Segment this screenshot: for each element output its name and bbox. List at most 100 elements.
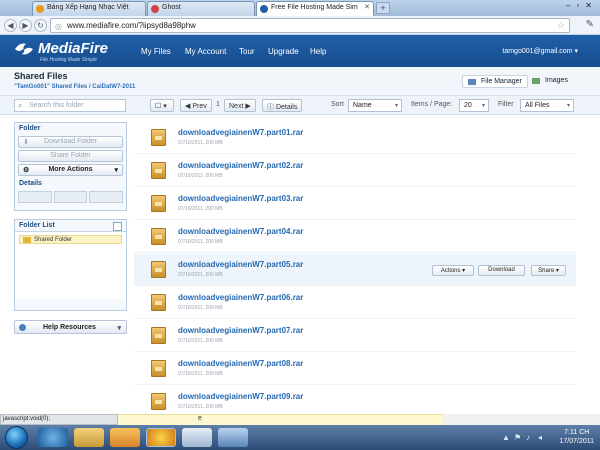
tab-label: Free File Hosting Made Sim bbox=[271, 4, 358, 11]
file-name[interactable]: downloadvegiainenW7.part06.rar bbox=[178, 293, 303, 302]
search-placeholder: Search this folder bbox=[29, 102, 84, 109]
row-download-button[interactable]: Download bbox=[478, 265, 525, 276]
details-button-3[interactable] bbox=[89, 191, 124, 203]
app-icon[interactable] bbox=[182, 428, 212, 447]
chevron-down-icon: ▾ bbox=[114, 167, 118, 174]
file-meta: 07/16/2011, 200 MB bbox=[178, 305, 223, 311]
file-row[interactable]: downloadvegiainenW7.part06.rar 07/16/201… bbox=[134, 287, 576, 319]
bookmark-star-icon[interactable]: ☆ bbox=[557, 20, 565, 31]
browser-tab-3-active[interactable]: Free File Hosting Made Sim ✕ bbox=[256, 1, 374, 16]
file-row[interactable]: downloadvegiainenW7.part03.rar 07/16/201… bbox=[134, 188, 576, 220]
help-resources-label: Help Resources bbox=[43, 324, 96, 331]
clock[interactable]: 7:11 CH 17/07/2011 bbox=[559, 428, 594, 446]
windows-taskbar: ▲ ⚑ ♪ ◂ 7:11 CH 17/07/2011 bbox=[0, 425, 600, 450]
folder-icon bbox=[23, 237, 31, 243]
file-row[interactable]: downloadvegiainenW7.part07.rar 07/16/201… bbox=[134, 320, 576, 352]
share-folder-button[interactable]: Share Folder bbox=[18, 150, 123, 162]
file-meta: 07/16/2011, 200 MB bbox=[178, 239, 223, 245]
download-folder-button[interactable]: ⬇ Download Folder bbox=[18, 136, 123, 148]
brand-tagline: File Hosting Made Simple bbox=[40, 57, 97, 63]
file-name[interactable]: downloadvegiainenW7.part02.rar bbox=[178, 161, 303, 170]
file-row[interactable]: downloadvegiainenW7.part09.rar 07/16/201… bbox=[134, 386, 576, 412]
tree-item-label: Shared Folder bbox=[34, 237, 73, 243]
page-number: 1 bbox=[216, 101, 220, 108]
file-name[interactable]: downloadvegiainenW7.part08.rar bbox=[178, 359, 303, 368]
close-tab-icon[interactable]: ✕ bbox=[364, 3, 370, 11]
filter-label: Filter bbox=[498, 101, 514, 108]
media-player-icon[interactable] bbox=[110, 428, 140, 447]
url-input[interactable]: ◎ www.mediafire.com/?iipsyd8a98phw ☆ bbox=[50, 18, 570, 33]
account-menu[interactable]: tamgo001@gmail.com ▾ bbox=[502, 47, 578, 55]
filter-value: All Files bbox=[525, 102, 550, 109]
rar-file-icon bbox=[151, 360, 166, 377]
file-name[interactable]: downloadvegiainenW7.part01.rar bbox=[178, 128, 303, 137]
notification-bar[interactable]: e bbox=[118, 414, 443, 425]
details-label: Details bbox=[275, 104, 298, 111]
start-button[interactable] bbox=[5, 426, 28, 449]
file-name[interactable]: downloadvegiainenW7.part07.rar bbox=[178, 326, 303, 335]
chevron-down-icon: ▾ bbox=[481, 103, 485, 109]
file-name[interactable]: downloadvegiainenW7.part04.rar bbox=[178, 227, 303, 236]
window-controls[interactable]: –▫✕ bbox=[566, 1, 598, 10]
details-button-2[interactable] bbox=[53, 191, 88, 203]
new-tab-button[interactable]: + bbox=[376, 2, 390, 14]
row-actions-button[interactable]: Actions ▾ bbox=[432, 265, 474, 276]
network-icon[interactable]: ▲ bbox=[502, 433, 510, 442]
page-title: Shared Files bbox=[14, 71, 68, 81]
tab-label: Ghost bbox=[162, 4, 181, 11]
sort-select[interactable]: Name ▾ bbox=[348, 99, 402, 112]
chrome-icon[interactable] bbox=[146, 428, 176, 447]
mediafire-logo-icon bbox=[15, 43, 33, 55]
items-per-page-select[interactable]: 20 ▾ bbox=[459, 99, 489, 112]
breadcrumb[interactable]: "TamGo001" Shared Files / CaiDatW7-2011 bbox=[14, 84, 135, 90]
nav-my-account[interactable]: My Account bbox=[185, 47, 226, 56]
rar-file-icon bbox=[151, 294, 166, 311]
nav-upgrade[interactable]: Upgrade bbox=[268, 47, 299, 56]
new-folder-icon[interactable] bbox=[113, 222, 122, 231]
file-row[interactable]: downloadvegiainenW7.part01.rar 07/16/201… bbox=[134, 122, 576, 154]
tab-images[interactable]: Images bbox=[527, 75, 573, 88]
volume-icon[interactable]: ♪ bbox=[526, 433, 530, 442]
file-row[interactable]: downloadvegiainenW7.part08.rar 07/16/201… bbox=[134, 353, 576, 385]
download-folder-label: Download Folder bbox=[44, 138, 97, 145]
file-row-hovered[interactable]: downloadvegiainenW7.part05.rar 07/16/201… bbox=[134, 254, 576, 286]
speaker-icon[interactable]: ◂ bbox=[538, 433, 542, 442]
file-meta: 07/16/2011, 200 MB bbox=[178, 338, 223, 344]
file-row[interactable]: downloadvegiainenW7.part04.rar 07/16/201… bbox=[134, 221, 576, 253]
help-resources-button[interactable]: Help Resources ▾ bbox=[14, 320, 127, 334]
chevron-down-icon: ▾ bbox=[574, 48, 578, 55]
browser-tab-1[interactable]: Bảng Xếp Hạng Nhạc Việt bbox=[32, 1, 146, 16]
chevron-down-icon: ▾ bbox=[394, 103, 398, 109]
file-name[interactable]: downloadvegiainenW7.part03.rar bbox=[178, 194, 303, 203]
search-icon: ⌕ bbox=[18, 101, 23, 110]
filter-select[interactable]: All Files ▾ bbox=[520, 99, 574, 112]
network-app-icon[interactable] bbox=[218, 428, 248, 447]
next-page-button[interactable]: Next ▶ bbox=[224, 99, 256, 112]
file-row[interactable]: downloadvegiainenW7.part02.rar 07/16/201… bbox=[134, 155, 576, 187]
nav-tour[interactable]: Tour bbox=[239, 47, 255, 56]
mediafire-logo[interactable]: MediaFire File Hosting Made Simple bbox=[14, 39, 134, 65]
wrench-icon[interactable]: ✎ bbox=[586, 19, 594, 30]
chevron-down-icon: ▾ bbox=[117, 325, 121, 332]
details-button-1[interactable] bbox=[18, 191, 52, 203]
forward-button[interactable]: ▶ bbox=[19, 19, 32, 32]
nav-my-files[interactable]: My Files bbox=[141, 47, 171, 56]
search-input[interactable]: ⌕ Search this folder bbox=[14, 99, 126, 112]
reload-button[interactable]: ↻ bbox=[34, 19, 47, 32]
browser-tab-2[interactable]: Ghost bbox=[147, 1, 255, 16]
nav-help[interactable]: Help bbox=[310, 47, 326, 56]
flag-icon[interactable]: ⚑ bbox=[514, 433, 521, 442]
tree-item-shared-folder[interactable]: Shared Folder bbox=[19, 235, 122, 244]
back-button[interactable]: ◀ bbox=[4, 19, 17, 32]
tab-file-manager[interactable]: File Manager bbox=[462, 75, 528, 88]
file-name[interactable]: downloadvegiainenW7.part09.rar bbox=[178, 392, 303, 401]
more-actions-button[interactable]: ⚙ More Actions ▾ bbox=[18, 164, 123, 176]
prev-page-button[interactable]: ◀ Prev bbox=[180, 99, 212, 112]
folder-icon[interactable] bbox=[74, 428, 104, 447]
select-all-checkbox[interactable]: ☐ ▾ bbox=[150, 99, 174, 112]
details-button[interactable]: ⓘ Details bbox=[262, 99, 303, 112]
internet-explorer-icon[interactable] bbox=[38, 428, 68, 447]
row-share-button[interactable]: Share ▾ bbox=[531, 265, 566, 276]
file-name[interactable]: downloadvegiainenW7.part05.rar bbox=[178, 260, 303, 269]
favicon-icon bbox=[36, 5, 44, 13]
